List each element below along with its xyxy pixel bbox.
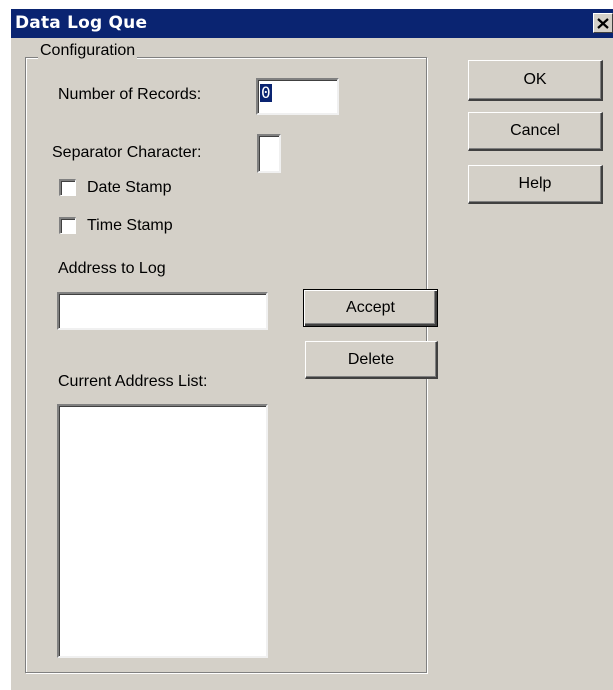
ok-button[interactable]: OK (468, 60, 603, 101)
window-title: Data Log Que (15, 13, 148, 33)
address-to-log-field[interactable] (57, 292, 268, 330)
current-address-listbox[interactable] (57, 404, 268, 658)
number-of-records-label: Number of Records: (58, 86, 202, 103)
number-of-records-field[interactable]: 0 (256, 78, 339, 115)
close-icon (597, 17, 609, 29)
date-stamp-label: Date Stamp (87, 179, 172, 196)
delete-button[interactable]: Delete (305, 341, 438, 379)
number-of-records-value: 0 (260, 83, 272, 102)
title-bar[interactable]: Data Log Que (11, 9, 613, 38)
time-stamp-checkbox[interactable] (59, 217, 76, 234)
date-stamp-checkbox[interactable] (59, 179, 76, 196)
address-to-log-label: Address to Log (58, 260, 166, 277)
time-stamp-label: Time Stamp (87, 217, 173, 234)
accept-button[interactable]: Accept (303, 289, 438, 327)
close-button[interactable] (593, 13, 613, 33)
configuration-group-label: Configuration (38, 42, 138, 60)
separator-character-label: Separator Character: (52, 144, 202, 161)
separator-character-field[interactable] (257, 134, 281, 173)
help-button[interactable]: Help (468, 165, 603, 204)
current-address-list-label: Current Address List: (58, 373, 208, 390)
cancel-button[interactable]: Cancel (468, 112, 603, 151)
